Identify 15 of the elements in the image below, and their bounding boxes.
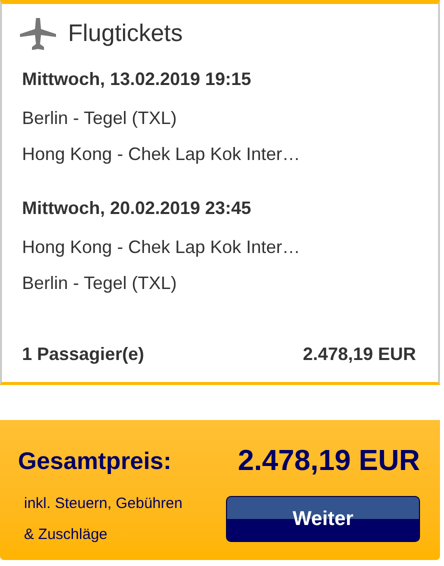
flight-date: Mittwoch, 20.02.2019 23:45 [22,197,252,219]
airplane-icon [20,18,56,50]
passenger-price: 2.478,19 EUR [302,343,416,366]
arrival-airport: Berlin - Tegel (TXL) [22,272,178,294]
section-title: Flugtickets [68,18,183,48]
tax-note: inkl. Steuern, Gebühren [24,494,182,514]
passenger-count: 1 Passagier(e) [22,343,144,366]
total-price: 2.478,19 EUR [238,444,420,479]
departure-airport: Hong Kong - Chek Lap Kok Inter… [22,236,302,258]
continue-button[interactable]: Weiter [226,496,420,542]
total-label: Gesamtpreis: [18,446,172,477]
tax-note: & Zuschläge [24,524,108,544]
arrival-airport: Hong Kong - Chek Lap Kok Inter… [22,143,302,165]
flight-date: Mittwoch, 13.02.2019 19:15 [22,68,252,90]
departure-airport: Berlin - Tegel (TXL) [22,107,178,129]
